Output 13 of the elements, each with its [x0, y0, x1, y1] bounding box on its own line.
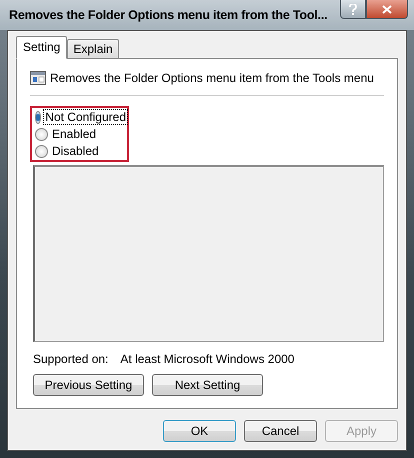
tab[interactable]: Explain [67, 39, 119, 59]
supported-label: Supported on: [33, 352, 108, 366]
nav-button[interactable]: Previous Setting [33, 374, 144, 396]
radio-option[interactable]: Disabled [35, 144, 127, 158]
radio-option[interactable]: Not Configured [35, 110, 127, 124]
policy-title: Removes the Folder Options menu item from the Tools menu [50, 71, 374, 85]
nav-button[interactable]: Next Setting [152, 374, 263, 396]
supported-value: At least Microsoft Windows 2000 [120, 352, 294, 366]
dialog-button[interactable]: Cancel [244, 420, 317, 442]
window-title: Removes the Folder Options menu item from the Tool... [9, 8, 328, 22]
radio-option[interactable]: Enabled [35, 127, 127, 141]
tab[interactable]: Setting [16, 36, 68, 59]
dialog-button[interactable]: OK [163, 420, 236, 442]
